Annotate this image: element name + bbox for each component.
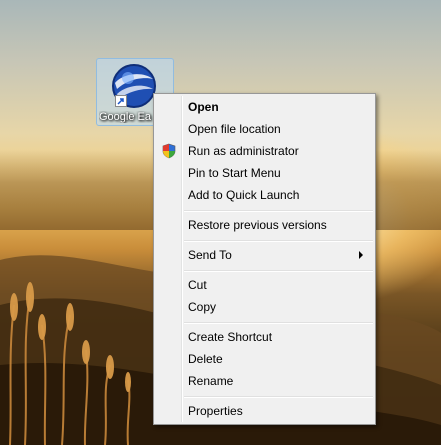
uac-shield-icon	[162, 143, 176, 159]
menu-item-label: Open	[188, 100, 219, 114]
menu-item-cut[interactable]: Cut	[156, 274, 373, 296]
menu-item-properties[interactable]: Properties	[156, 400, 373, 422]
menu-item-send-to[interactable]: Send To	[156, 244, 373, 266]
menu-item-add-to-quick-launch[interactable]: Add to Quick Launch	[156, 184, 373, 206]
menu-item-label: Create Shortcut	[188, 330, 273, 344]
menu-item-create-shortcut[interactable]: Create Shortcut	[156, 326, 373, 348]
menu-item-rename[interactable]: Rename	[156, 370, 373, 392]
menu-item-label: Open file location	[188, 122, 281, 136]
menu-item-label: Properties	[188, 404, 243, 418]
menu-separator	[184, 270, 373, 272]
menu-item-label: Send To	[188, 248, 232, 262]
menu-separator	[184, 210, 373, 212]
menu-item-label: Cut	[188, 278, 207, 292]
submenu-arrow-icon	[359, 251, 363, 259]
menu-item-delete[interactable]: Delete	[156, 348, 373, 370]
menu-item-label: Add to Quick Launch	[188, 188, 300, 202]
menu-item-label: Copy	[188, 300, 217, 314]
menu-separator	[184, 396, 373, 398]
menu-item-restore-previous-versions[interactable]: Restore previous versions	[156, 214, 373, 236]
menu-item-label: Pin to Start Menu	[188, 166, 281, 180]
menu-item-label: Delete	[188, 352, 223, 366]
menu-item-label: Rename	[188, 374, 234, 388]
menu-item-open[interactable]: Open	[156, 96, 373, 118]
menu-separator	[184, 322, 373, 324]
menu-item-run-as-administrator[interactable]: Run as administrator	[156, 140, 373, 162]
menu-item-label: Run as administrator	[188, 144, 299, 158]
menu-item-label: Restore previous versions	[188, 218, 327, 232]
shortcut-arrow-icon	[115, 95, 127, 107]
context-menu: Open Open file location Run as administr…	[153, 93, 376, 425]
menu-separator	[184, 240, 373, 242]
menu-item-pin-to-start-menu[interactable]: Pin to Start Menu	[156, 162, 373, 184]
menu-item-copy[interactable]: Copy	[156, 296, 373, 318]
menu-item-open-file-location[interactable]: Open file location	[156, 118, 373, 140]
